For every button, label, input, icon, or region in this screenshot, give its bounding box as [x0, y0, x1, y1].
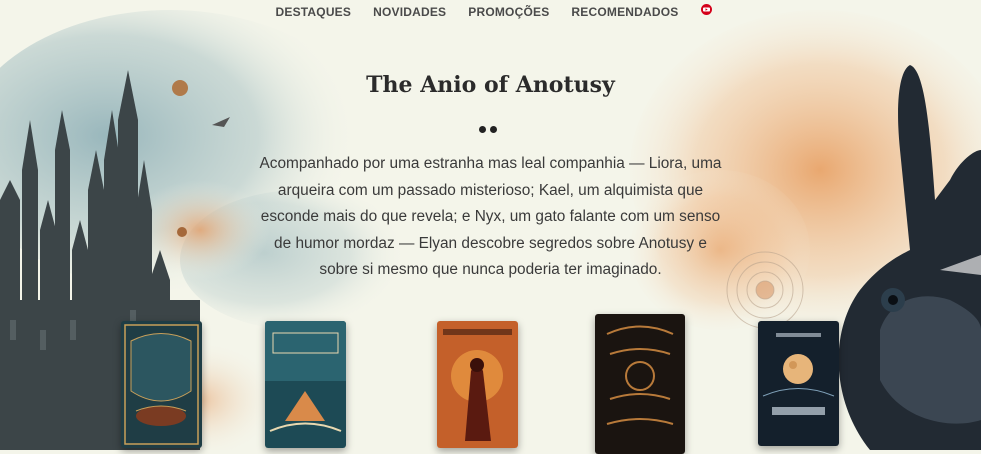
divider-dot: [479, 126, 486, 133]
nav-item-novidades[interactable]: NOVIDADES: [373, 5, 446, 19]
book-cover-4[interactable]: [595, 314, 685, 454]
nav-item-recomendados[interactable]: RECOMENDADOS: [571, 5, 678, 19]
book-cover-1-art: [121, 321, 202, 448]
divider-dot: [490, 126, 497, 133]
hero-description: Acompanhado por uma estranha mas leal co…: [259, 155, 722, 278]
book-cover-5-art: [758, 321, 839, 446]
book-cover-3-art: [437, 321, 518, 448]
youtube-icon[interactable]: [700, 3, 713, 15]
nav-item-promocoes[interactable]: PROMOÇÕES: [468, 5, 549, 19]
title-divider-dots: [479, 126, 497, 133]
book-cover-2-art: [265, 321, 346, 448]
book-cover-4-art: [595, 314, 685, 454]
youtube-icon-graphic: [701, 3, 713, 15]
top-nav: DESTAQUES NOVIDADES PROMOÇÕES RECOMENDAD…: [0, 0, 981, 24]
nav-item-destaques[interactable]: DESTAQUES: [276, 5, 352, 19]
book-cover-3[interactable]: [437, 321, 518, 448]
page-title: The Anio of Anotusy: [366, 72, 615, 98]
book-cover-2[interactable]: [265, 321, 346, 448]
book-cover-5[interactable]: [758, 321, 839, 446]
book-cover-1[interactable]: [121, 321, 202, 448]
